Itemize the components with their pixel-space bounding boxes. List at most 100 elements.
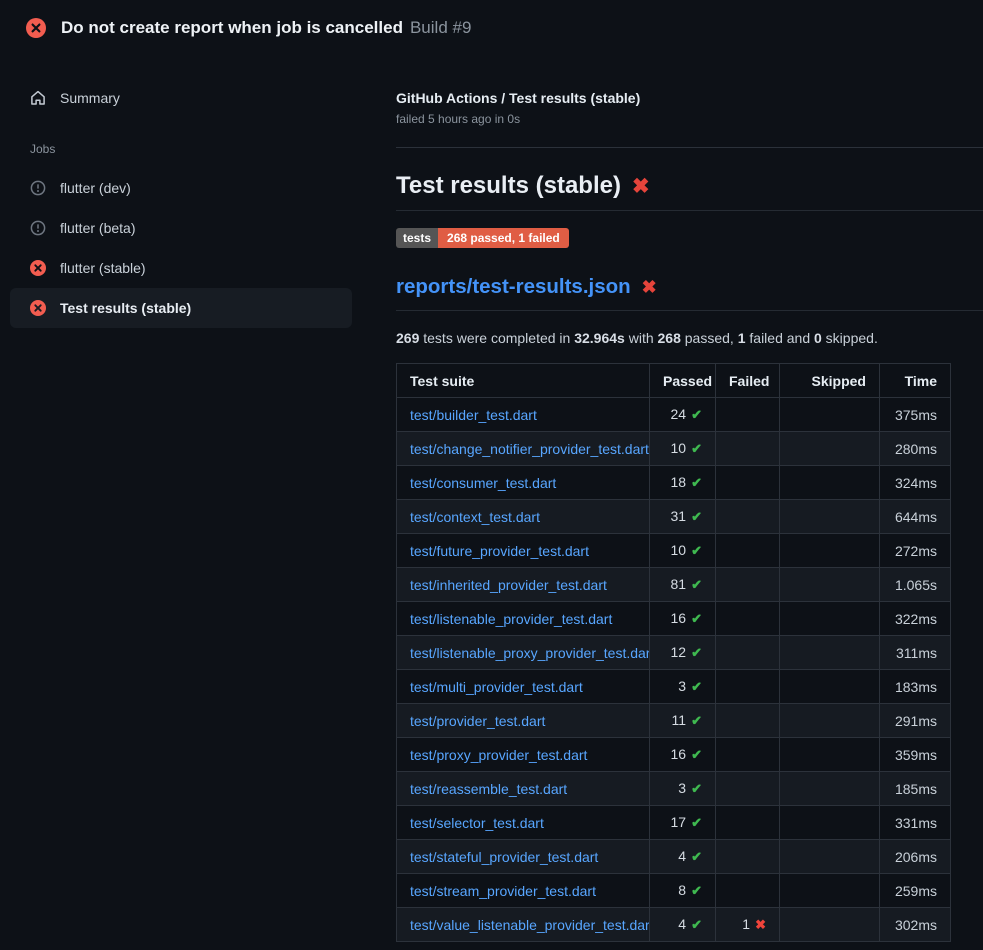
time-cell: 280ms [880,432,951,466]
test-suite-link[interactable]: test/consumer_test.dart [410,475,556,491]
section-title-text: Test results (stable) [396,172,621,199]
table-row: test/stream_provider_test.dart8✔259ms [397,874,951,908]
test-suite-link[interactable]: test/builder_test.dart [410,407,537,423]
time-cell: 331ms [880,806,951,840]
test-suite-link[interactable]: test/proxy_provider_test.dart [410,747,587,763]
sidebar-item-summary[interactable]: Summary [10,78,352,118]
passed-cell: 10✔ [650,432,716,466]
check-icon: ✔ [691,577,702,592]
test-suite-cell: test/future_provider_test.dart [397,534,650,568]
test-suite-link[interactable]: test/stream_provider_test.dart [410,883,596,899]
passed-cell: 17✔ [650,806,716,840]
time-cell: 185ms [880,772,951,806]
tests-badge: tests 268 passed, 1 failed [396,228,569,248]
failed-cell [716,534,780,568]
sidebar-item-flutter-stable[interactable]: flutter (stable) [10,248,352,288]
skipped-cell [780,432,880,466]
skipped-cell [780,398,880,432]
failed-cell [716,772,780,806]
table-row: test/builder_test.dart24✔375ms [397,398,951,432]
passed-count: 12 [671,644,687,660]
page-title: Do not create report when job is cancell… [61,18,403,38]
check-icon: ✔ [691,645,702,660]
results-table-body: test/builder_test.dart24✔375mstest/chang… [397,398,951,942]
test-suite-cell: test/selector_test.dart [397,806,650,840]
section-title: Test results (stable) ✖ [396,172,983,211]
test-suite-cell: test/stateful_provider_test.dart [397,840,650,874]
failed-count: 1 [742,916,750,932]
test-suite-link[interactable]: test/reassemble_test.dart [410,781,567,797]
failed-cell [716,636,780,670]
col-header-passed: Passed [650,364,716,398]
test-suite-link[interactable]: test/context_test.dart [410,509,540,525]
failed-status-icon [30,300,46,316]
passed-cell: 24✔ [650,398,716,432]
failed-cell: 1✖ [716,908,780,942]
time-cell: 206ms [880,840,951,874]
skipped-cell [780,874,880,908]
badge-value: 268 passed, 1 failed [438,228,569,248]
col-header-time: Time [880,364,951,398]
sidebar-item-flutter-beta[interactable]: flutter (beta) [10,208,352,248]
check-icon: ✔ [691,849,702,864]
time-cell: 359ms [880,738,951,772]
divider [396,147,983,148]
test-suite-cell: test/inherited_provider_test.dart [397,568,650,602]
table-row: test/provider_test.dart11✔291ms [397,704,951,738]
table-row: test/value_listenable_provider_test.dart… [397,908,951,942]
test-suite-link[interactable]: test/stateful_provider_test.dart [410,849,598,865]
table-row: test/proxy_provider_test.dart16✔359ms [397,738,951,772]
sidebar-item-flutter-dev[interactable]: flutter (dev) [10,168,352,208]
check-icon: ✔ [691,509,702,524]
col-header-failed: Failed [716,364,780,398]
check-icon: ✔ [691,543,702,558]
skipped-cell [780,568,880,602]
test-suite-link[interactable]: test/value_listenable_provider_test.dart [410,917,650,933]
test-suite-link[interactable]: test/future_provider_test.dart [410,543,589,559]
skipped-cell [780,772,880,806]
passed-count: 24 [671,406,687,422]
passed-count: 81 [671,576,687,592]
time-cell: 324ms [880,466,951,500]
test-suite-link[interactable]: test/provider_test.dart [410,713,545,729]
cancelled-status-icon [30,220,46,236]
summary-segment: 268 [658,330,681,346]
table-row: test/stateful_provider_test.dart4✔206ms [397,840,951,874]
test-suite-link[interactable]: test/listenable_provider_test.dart [410,611,612,627]
time-cell: 311ms [880,636,951,670]
summary-segment: skipped. [822,330,878,346]
skipped-cell [780,636,880,670]
time-cell: 183ms [880,670,951,704]
test-suite-cell: test/listenable_provider_test.dart [397,602,650,636]
test-suite-link[interactable]: test/multi_provider_test.dart [410,679,583,695]
test-results-table: Test suite Passed Failed Skipped Time te… [396,363,951,942]
test-suite-cell: test/stream_provider_test.dart [397,874,650,908]
sidebar-item-label: flutter (dev) [60,180,131,196]
test-suite-cell: test/context_test.dart [397,500,650,534]
table-header-row: Test suite Passed Failed Skipped Time [397,364,951,398]
passed-cell: 10✔ [650,534,716,568]
failed-x-icon: ✖ [632,175,650,198]
passed-count: 10 [671,440,687,456]
passed-cell: 3✔ [650,670,716,704]
table-row: test/multi_provider_test.dart 3✔ 183ms [397,670,951,704]
test-suite-link[interactable]: test/selector_test.dart [410,815,544,831]
sidebar-item-test-results-stable[interactable]: Test results (stable) [10,288,352,328]
passed-cell: 16✔ [650,602,716,636]
failed-cell [716,874,780,908]
test-suite-link[interactable]: test/change_notifier_provider_test.dart [410,441,649,457]
test-suite-link[interactable]: test/listenable_proxy_provider_test.dart [410,645,650,661]
build-header: Do not create report when job is cancell… [0,0,983,56]
col-header-skipped: Skipped [780,364,880,398]
passed-count: 4 [678,916,686,932]
failed-cell [716,670,780,704]
build-number: Build #9 [410,18,471,38]
passed-cell: 3✔ [650,772,716,806]
failed-status-icon [30,260,46,276]
table-row: test/reassemble_test.dart 3✔ 185ms [397,772,951,806]
report-file-link[interactable]: reports/test-results.json [396,275,631,298]
breadcrumb: GitHub Actions / Test results (stable) [396,90,983,106]
home-icon [30,90,46,106]
passed-count: 31 [671,508,687,524]
test-suite-link[interactable]: test/inherited_provider_test.dart [410,577,607,593]
